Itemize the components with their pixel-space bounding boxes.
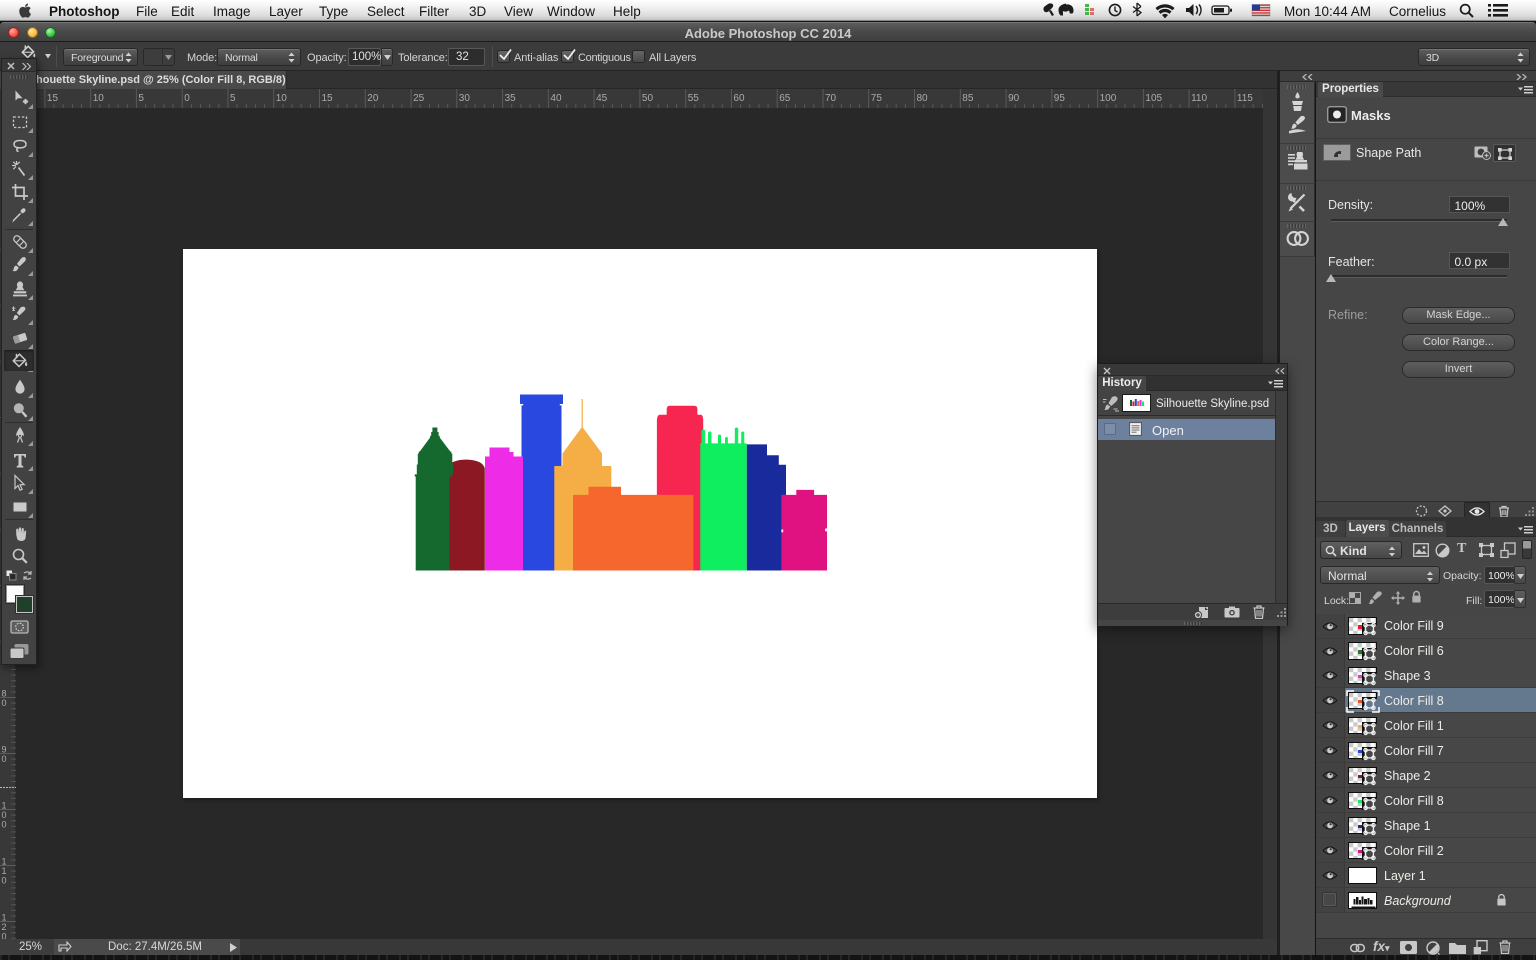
- svg-text:20: 20: [367, 93, 379, 104]
- svg-text:45: 45: [596, 93, 608, 104]
- svg-text:0: 0: [2, 754, 7, 764]
- svg-text:85: 85: [962, 93, 974, 104]
- svg-text:0: 0: [2, 932, 7, 940]
- svg-text:8: 8: [2, 689, 7, 699]
- svg-text:90: 90: [1008, 93, 1020, 104]
- svg-text:35: 35: [505, 93, 517, 104]
- svg-text:2: 2: [2, 922, 7, 932]
- svg-text:30: 30: [459, 93, 471, 104]
- svg-text:115: 115: [1237, 93, 1253, 104]
- svg-text:65: 65: [779, 93, 791, 104]
- svg-text:0: 0: [2, 820, 7, 830]
- svg-text:1: 1: [2, 801, 7, 811]
- svg-text:110: 110: [1191, 93, 1207, 104]
- svg-text:15: 15: [322, 93, 334, 104]
- svg-text:0: 0: [2, 810, 7, 820]
- svg-text:10: 10: [93, 93, 105, 104]
- svg-text:50: 50: [642, 93, 654, 104]
- svg-text:0: 0: [2, 698, 7, 708]
- svg-text:5: 5: [230, 93, 236, 104]
- svg-text:15: 15: [47, 93, 59, 104]
- svg-text:80: 80: [917, 93, 929, 104]
- svg-text:75: 75: [871, 93, 883, 104]
- svg-text:95: 95: [1054, 93, 1066, 104]
- svg-text:0: 0: [2, 876, 7, 886]
- svg-text:1: 1: [2, 857, 7, 867]
- svg-text:55: 55: [688, 93, 700, 104]
- svg-text:5: 5: [138, 93, 144, 104]
- svg-text:9: 9: [2, 745, 7, 755]
- svg-text:40: 40: [550, 93, 562, 104]
- svg-text:1: 1: [2, 913, 7, 923]
- svg-text:105: 105: [1145, 93, 1162, 104]
- svg-text:60: 60: [733, 93, 745, 104]
- svg-text:1: 1: [2, 866, 7, 876]
- svg-text:25: 25: [413, 93, 425, 104]
- svg-text:70: 70: [825, 93, 837, 104]
- svg-text:0: 0: [184, 93, 190, 104]
- svg-text:10: 10: [276, 93, 288, 104]
- svg-text:100: 100: [1100, 93, 1117, 104]
